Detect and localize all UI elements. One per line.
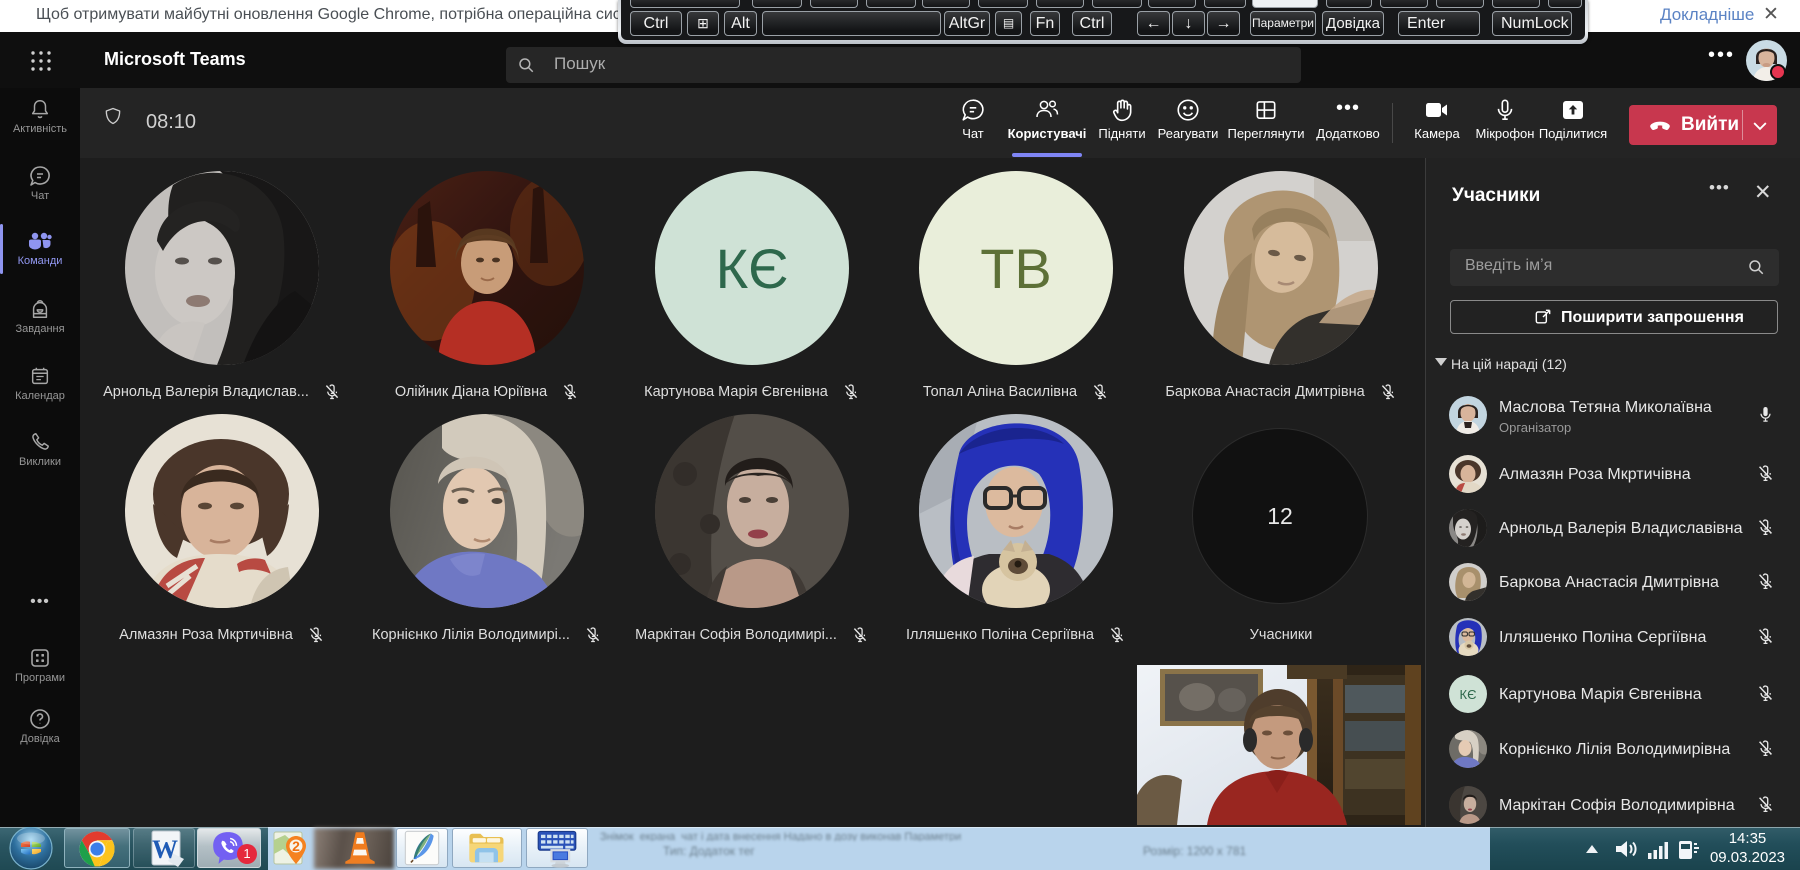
svg-text:2: 2 bbox=[292, 838, 300, 854]
svg-text:W: W bbox=[152, 835, 178, 864]
